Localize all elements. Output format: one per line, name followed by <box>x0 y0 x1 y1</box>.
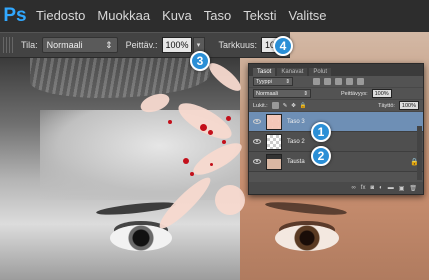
mode-label: Tila: <box>21 40 38 50</box>
type-filter-icon[interactable] <box>335 78 342 85</box>
panel-opacity-field[interactable]: 100% <box>371 89 392 98</box>
layer-thumbnail <box>266 113 282 130</box>
layer-row-taso-3[interactable]: Taso 3 <box>249 112 423 132</box>
fill-field[interactable]: 100% <box>398 101 419 110</box>
blend-mode-select[interactable]: Normaali ⇕ <box>253 89 311 98</box>
filter-select[interactable]: Tyyppi ⇕ <box>253 77 293 86</box>
trash-icon[interactable]: 🗑 <box>409 185 417 192</box>
tab-paths[interactable]: Polut <box>309 68 332 76</box>
blend-row: Normaali ⇕ Peittävyys: 100% <box>249 88 423 100</box>
mode-select[interactable]: Normaali ⇕ <box>41 37 118 53</box>
brush-lock-icon[interactable]: ✎ <box>283 103 288 109</box>
filter-label: Tyyppi <box>256 78 272 85</box>
layer-name: Taso 2 <box>287 138 305 145</box>
shape-filter-icon[interactable] <box>346 78 353 85</box>
updown-arrows-icon: ⇕ <box>303 90 308 97</box>
mask-icon[interactable]: ◙ <box>370 185 374 191</box>
tool-options-bar: Tila: Normaali ⇕ Peittäv.: 100% ▾ Tarkku… <box>0 32 290 58</box>
red-droplet <box>183 158 189 164</box>
fill-value: 100% <box>401 102 416 109</box>
screenshot-stage: Ps Tiedosto Muokkaa Kuva Taso Teksti Val… <box>0 0 429 280</box>
callout-badge-4: 4 <box>273 36 293 56</box>
callout-badge-1: 1 <box>311 122 331 142</box>
visibility-eye-icon[interactable] <box>253 139 261 144</box>
options-bar-grip[interactable] <box>3 37 13 53</box>
layer-name: Taso 3 <box>287 118 305 125</box>
opacity-value: 100% <box>165 40 189 50</box>
right-eye <box>275 225 339 251</box>
blend-mode-value: Normaali <box>256 90 279 97</box>
layers-scrollbar[interactable] <box>417 126 422 180</box>
lock-row: Lukit.: ✎ ✥ 🔒 Täyttö: 100% <box>249 100 423 112</box>
photoshop-logo: Ps <box>3 5 27 26</box>
lock-transparency-icon[interactable] <box>271 102 279 109</box>
visibility-eye-icon[interactable] <box>253 159 261 164</box>
lock-all-icon[interactable]: 🔒 <box>300 103 307 109</box>
mode-value: Normaali <box>46 40 83 50</box>
fill-label: Täyttö: <box>378 102 395 109</box>
red-droplet <box>200 124 207 131</box>
paint-splash <box>215 185 245 215</box>
fx-icon[interactable]: fx <box>361 185 366 191</box>
callout-badge-3: 3 <box>190 51 210 71</box>
menu-edit[interactable]: Muokkaa <box>91 0 156 32</box>
updown-arrows-icon: ⇕ <box>105 39 113 50</box>
panel-opacity-label: Peittävyys: <box>341 90 368 97</box>
red-droplet <box>226 116 231 121</box>
adjustment-filter-icon[interactable] <box>324 78 331 85</box>
menu-file[interactable]: Tiedosto <box>30 0 91 32</box>
layer-filter-row: Tyyppi ⇕ <box>249 76 423 88</box>
smart-object-filter-icon[interactable] <box>357 78 364 85</box>
panel-tabs: Tasot Kanavat Polut <box>249 64 423 76</box>
menu-select[interactable]: Valitse <box>282 0 332 32</box>
move-lock-icon[interactable]: ✥ <box>291 103 296 109</box>
red-droplet <box>210 163 213 166</box>
red-droplet <box>190 172 194 176</box>
tab-layers[interactable]: Tasot <box>253 68 276 76</box>
menu-layer[interactable]: Taso <box>198 0 237 32</box>
link-icon[interactable]: ∞ <box>352 185 356 191</box>
layer-thumbnail <box>266 153 282 170</box>
layer-row-taso-2[interactable]: Taso 2 <box>249 132 423 152</box>
menu-image[interactable]: Kuva <box>156 0 198 32</box>
opacity-label: Peittäv.: <box>125 40 158 50</box>
panel-footer: ∞ fx ◙ ◐ ▬ ▣ 🗑 <box>249 182 423 194</box>
left-eye <box>110 225 172 251</box>
visibility-eye-icon[interactable] <box>253 119 261 124</box>
menu-type[interactable]: Teksti <box>237 0 282 32</box>
opacity-field[interactable]: 100% <box>161 37 192 53</box>
layer-thumbnail <box>266 133 282 150</box>
layer-name: Tausta <box>287 158 305 165</box>
flow-label: Tarkkuus: <box>218 40 258 50</box>
panel-opacity-value: 100% <box>374 90 389 97</box>
red-droplet <box>208 130 213 135</box>
red-droplet <box>168 120 172 124</box>
red-droplet <box>222 140 226 144</box>
new-layer-icon[interactable]: ▣ <box>399 185 405 192</box>
tab-channels[interactable]: Kanavat <box>277 68 308 76</box>
lock-label: Lukit.: <box>253 102 268 109</box>
menu-bar: Ps Tiedosto Muokkaa Kuva Taso Teksti Val… <box>0 0 429 32</box>
folder-icon[interactable]: ▬ <box>388 185 394 191</box>
adjustment-icon[interactable]: ◐ <box>379 185 383 191</box>
updown-arrows-icon: ⇕ <box>285 78 290 85</box>
layers-panel: Tasot Kanavat Polut Tyyppi ⇕ Normaali ⇕ Pe… <box>248 63 424 195</box>
callout-badge-2: 2 <box>311 146 331 166</box>
image-filter-icon[interactable] <box>313 78 320 85</box>
layer-row-tausta[interactable]: Tausta 🔒 <box>249 152 423 172</box>
